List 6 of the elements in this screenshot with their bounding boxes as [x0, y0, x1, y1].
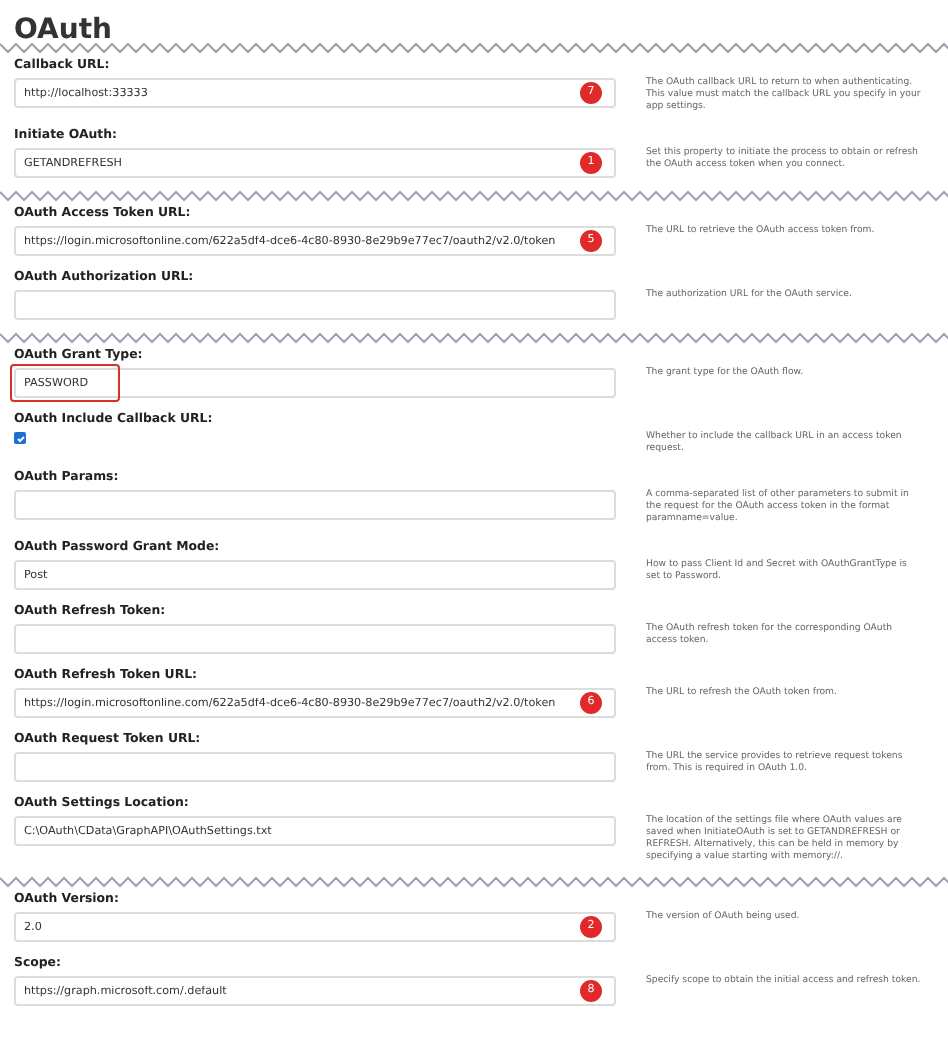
text-field[interactable]	[14, 490, 616, 520]
page-title: OAuth	[14, 14, 112, 46]
checkbox[interactable]	[14, 432, 26, 444]
text-field[interactable]	[14, 752, 616, 782]
text-field[interactable]	[14, 624, 616, 654]
text-field[interactable]	[14, 290, 616, 320]
